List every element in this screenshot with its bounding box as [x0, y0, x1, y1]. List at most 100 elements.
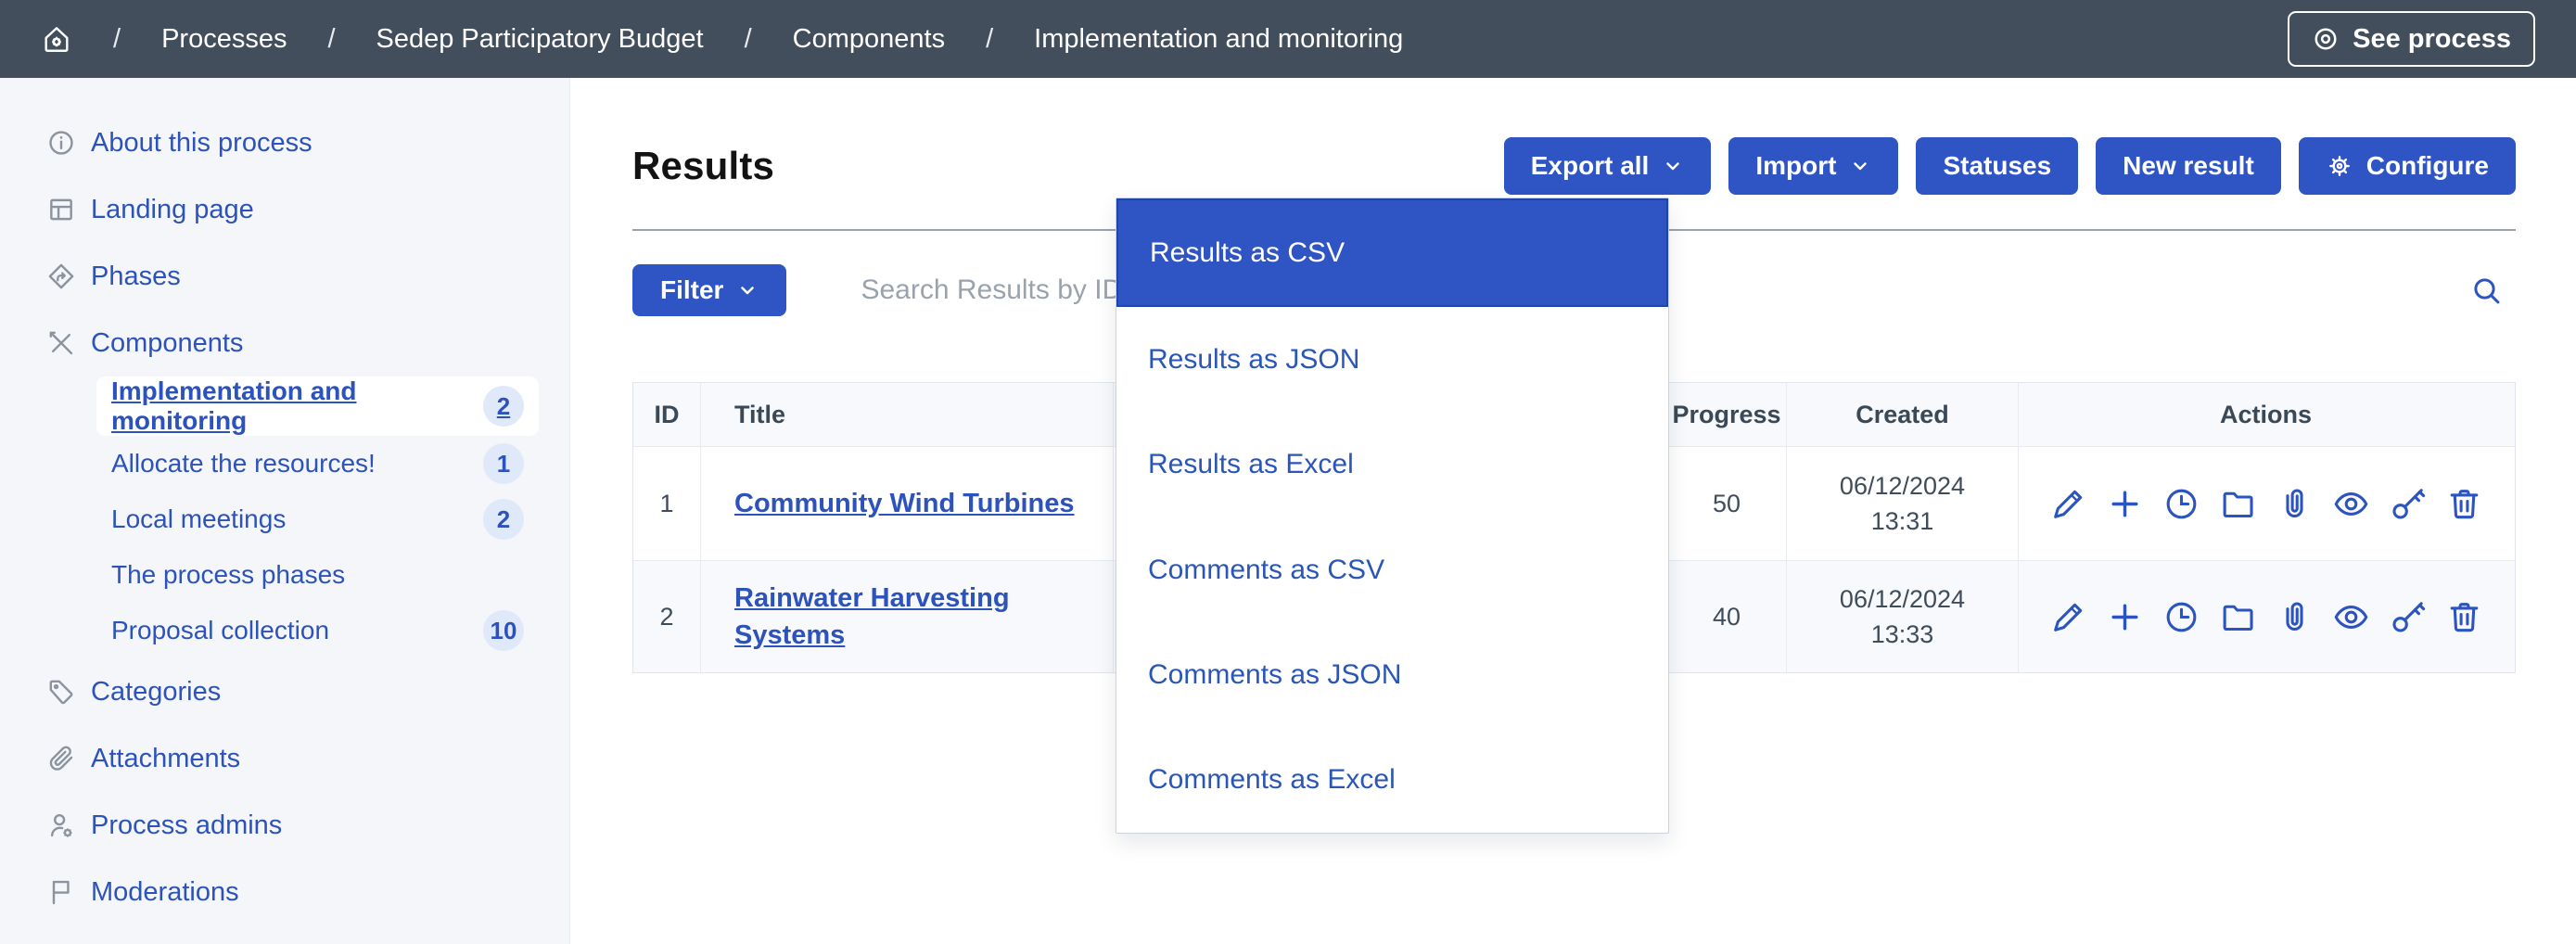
subnav-item-allocate-the-resources[interactable]: Allocate the resources! 1 — [96, 436, 539, 491]
gear-icon — [2326, 152, 2353, 180]
menu-item-results-as-excel[interactable]: Results as Excel — [1116, 413, 1668, 517]
folder-icon[interactable] — [2219, 485, 2257, 523]
subnav-item-the-process-phases[interactable]: The process phases — [96, 547, 539, 603]
created-date: 06/12/2024 — [1840, 468, 1965, 504]
permissions-key-icon[interactable] — [2389, 598, 2427, 636]
menu-item-results-as-csv[interactable]: Results as CSV — [1116, 198, 1668, 307]
process-sidebar: About this process Landing page Phases — [0, 78, 570, 944]
breadcrumb-processes[interactable]: Processes — [161, 24, 287, 55]
export-all-menu: Results as CSV Results as JSON Results a… — [1116, 198, 1669, 834]
header-title: Title — [701, 383, 1114, 446]
tools-icon — [46, 328, 76, 358]
filter-label: Filter — [660, 275, 723, 305]
configure-label: Configure — [2366, 151, 2489, 181]
new-result-label: New result — [2123, 151, 2254, 181]
sidebar-item-landing-page[interactable]: Landing page — [0, 176, 569, 243]
filter-button[interactable]: Filter — [632, 264, 786, 316]
header-id: ID — [633, 383, 701, 446]
edit-icon[interactable] — [2049, 598, 2087, 636]
paperclip-icon — [46, 744, 76, 773]
see-process-label: See process — [2353, 24, 2511, 55]
history-clock-icon[interactable] — [2162, 485, 2200, 523]
count-badge: 10 — [483, 610, 524, 651]
sidebar-item-label: About this process — [91, 128, 312, 159]
history-clock-icon[interactable] — [2162, 598, 2200, 636]
home-gear-icon[interactable] — [41, 23, 72, 55]
admin-user-icon — [46, 810, 76, 840]
count-badge: 2 — [483, 499, 524, 540]
chevron-down-icon — [1662, 155, 1684, 177]
preview-eye-icon[interactable] — [2332, 485, 2370, 523]
menu-item-results-as-json[interactable]: Results as JSON — [1116, 307, 1668, 412]
result-progress: 40 — [1667, 561, 1787, 672]
sidebar-item-label: Phases — [91, 262, 181, 292]
configure-button[interactable]: Configure — [2299, 137, 2516, 195]
tag-icon — [46, 677, 76, 707]
attachment-icon[interactable] — [2276, 485, 2314, 523]
export-all-button[interactable]: Export all — [1504, 137, 1712, 195]
permissions-key-icon[interactable] — [2389, 485, 2427, 523]
sidebar-item-label: Process admins — [91, 810, 282, 841]
menu-item-comments-as-excel[interactable]: Comments as Excel — [1116, 728, 1668, 833]
result-created: 06/12/2024 13:31 — [1787, 447, 2019, 560]
result-progress: 50 — [1667, 447, 1787, 560]
statuses-label: Statuses — [1943, 151, 2051, 181]
export-all-label: Export all — [1531, 151, 1650, 181]
result-title-link[interactable]: Community Wind Turbines — [734, 485, 1075, 522]
sidebar-item-label: Components — [91, 328, 243, 359]
attachment-icon[interactable] — [2276, 598, 2314, 636]
import-label: Import — [1755, 151, 1836, 181]
created-date: 06/12/2024 — [1840, 581, 1965, 617]
sidebar-item-label: Moderations — [91, 877, 239, 908]
created-time: 13:31 — [1871, 504, 1934, 539]
add-icon[interactable] — [2106, 485, 2144, 523]
components-subnav: Implementation and monitoring 2 Allocate… — [0, 376, 569, 658]
info-icon — [46, 128, 76, 158]
subnav-item-implementation-and-monitoring[interactable]: Implementation and monitoring 2 — [96, 376, 539, 436]
sidebar-item-phases[interactable]: Phases — [0, 243, 569, 310]
sidebar-item-moderations[interactable]: Moderations — [0, 859, 569, 925]
breadcrumb-components[interactable]: Components — [793, 24, 945, 55]
edit-icon[interactable] — [2049, 485, 2087, 523]
eye-rings-icon — [2312, 25, 2340, 53]
count-badge: 1 — [483, 443, 524, 484]
sidebar-item-label: Categories — [91, 677, 221, 708]
subnav-item-label: Proposal collection — [111, 616, 329, 645]
search-icon[interactable] — [2469, 274, 2503, 307]
sidebar-item-about[interactable]: About this process — [0, 109, 569, 176]
subnav-item-local-meetings[interactable]: Local meetings 2 — [96, 491, 539, 547]
subnav-item-label: Allocate the resources! — [111, 449, 376, 478]
new-result-button[interactable]: New result — [2096, 137, 2281, 195]
admin-topbar: / Processes / Sedep Participatory Budget… — [0, 0, 2576, 78]
breadcrumb-separator: / — [113, 24, 121, 55]
count-badge: 2 — [483, 386, 524, 427]
add-icon[interactable] — [2106, 598, 2144, 636]
menu-item-comments-as-csv[interactable]: Comments as CSV — [1116, 517, 1668, 622]
subnav-item-label: Local meetings — [111, 504, 286, 534]
breadcrumb-current-component[interactable]: Implementation and monitoring — [1034, 24, 1403, 55]
sidebar-item-categories[interactable]: Categories — [0, 658, 569, 725]
layout-icon — [46, 195, 76, 224]
breadcrumb-process-name[interactable]: Sedep Participatory Budget — [376, 24, 704, 55]
sidebar-item-components[interactable]: Components — [0, 310, 569, 376]
header-created: Created — [1787, 383, 2019, 446]
delete-trash-icon[interactable] — [2445, 485, 2483, 523]
folder-icon[interactable] — [2219, 598, 2257, 636]
subnav-item-label: The process phases — [111, 560, 345, 590]
breadcrumb-separator: / — [986, 24, 993, 55]
sidebar-item-process-admins[interactable]: Process admins — [0, 792, 569, 859]
delete-trash-icon[interactable] — [2445, 598, 2483, 636]
menu-item-comments-as-json[interactable]: Comments as JSON — [1116, 622, 1668, 727]
preview-eye-icon[interactable] — [2332, 598, 2370, 636]
result-title-link[interactable]: Rainwater Harvesting Systems — [734, 580, 1090, 654]
breadcrumb: / Processes / Sedep Participatory Budget… — [41, 23, 1403, 55]
subnav-item-proposal-collection[interactable]: Proposal collection 10 — [96, 603, 539, 658]
see-process-button[interactable]: See process — [2288, 11, 2535, 67]
import-button[interactable]: Import — [1728, 137, 1898, 195]
breadcrumb-separator: / — [327, 24, 335, 55]
statuses-button[interactable]: Statuses — [1916, 137, 2078, 195]
sidebar-item-attachments[interactable]: Attachments — [0, 725, 569, 792]
row-actions — [2019, 447, 2513, 560]
chevron-down-icon — [1849, 155, 1871, 177]
results-toolbar: Export all Import Statuses New result — [1504, 137, 2516, 195]
